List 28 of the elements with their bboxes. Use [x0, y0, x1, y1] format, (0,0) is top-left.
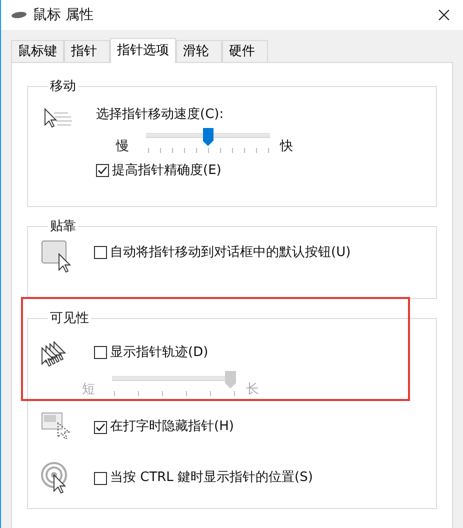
group-title: 贴靠 [49, 218, 77, 236]
tab[interactable]: 指针选项 [110, 38, 176, 63]
slider-thumb[interactable] [202, 128, 214, 146]
slider-min-label: 慢 [116, 138, 130, 156]
slider-max-label: 长 [246, 380, 259, 398]
mouse-icon [11, 11, 27, 19]
slider-max-label: 快 [280, 138, 293, 156]
checkbox-box[interactable] [94, 472, 107, 484]
tab[interactable]: 指针 [64, 40, 110, 62]
checkbox-label: 显示指针轨迹(D) [110, 344, 208, 362]
checkbox[interactable]: 在打字时隐藏指针(H) [94, 417, 234, 437]
checkbox-label: 提高指针精确度(E) [112, 162, 222, 180]
window-title: 鼠标 属性 [33, 6, 94, 24]
checkbox-box[interactable] [94, 420, 107, 434]
tab[interactable]: 滑轮 [176, 40, 222, 62]
close-icon[interactable] [438, 9, 450, 21]
checkbox[interactable]: 显示指针轨迹(D) [94, 342, 208, 362]
checkbox[interactable]: 提高指针精确度(E) [96, 160, 293, 180]
checkbox-box[interactable] [94, 246, 107, 259]
group-title: 移动 [49, 78, 77, 96]
checkbox-label: 在打字时隐藏指针(H) [110, 418, 234, 436]
slider-min-label: 短 [82, 380, 96, 398]
tab[interactable]: 硬件 [222, 40, 268, 62]
speed-label: 选择指针移动速度(C): [96, 106, 225, 124]
checkbox-box[interactable] [94, 346, 107, 359]
checkbox-box[interactable] [96, 164, 109, 177]
group-title: 可见性 [49, 310, 90, 328]
tab[interactable]: 鼠标键 [11, 40, 64, 62]
